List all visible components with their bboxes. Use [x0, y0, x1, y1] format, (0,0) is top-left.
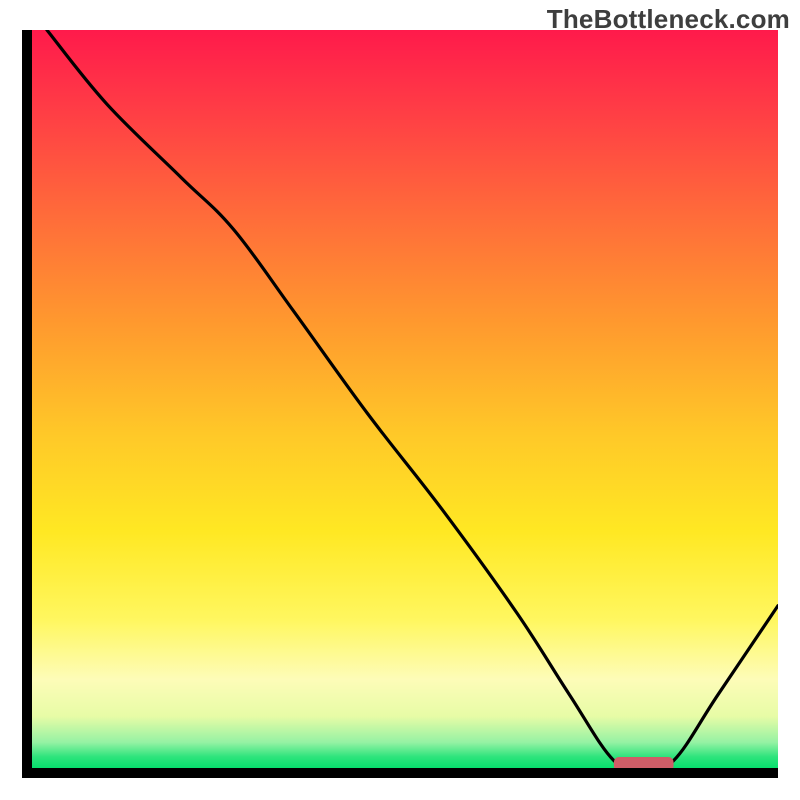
plot-svg: [32, 30, 778, 768]
chart-container: TheBottleneck.com: [0, 0, 800, 800]
optimum-marker: [614, 757, 674, 768]
